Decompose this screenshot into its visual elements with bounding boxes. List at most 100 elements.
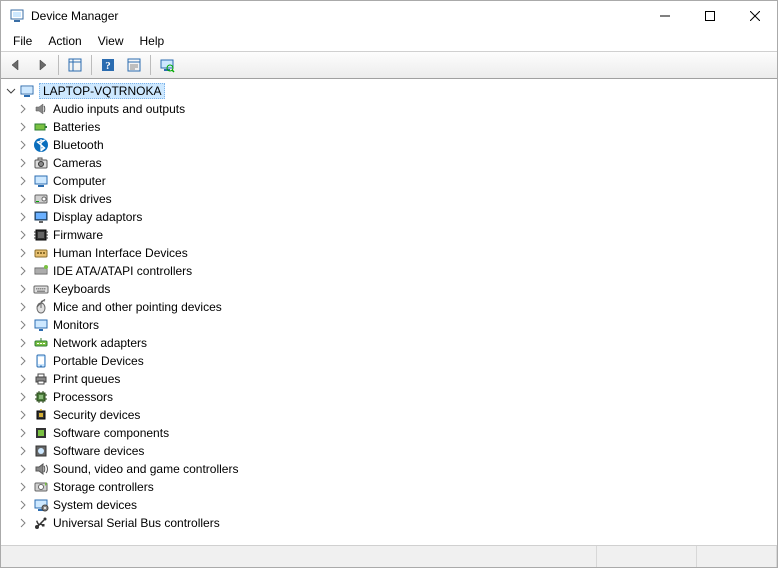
tree-item[interactable]: Portable Devices [1, 352, 777, 370]
tree-item[interactable]: Cameras [1, 154, 777, 172]
show-hide-tree-button[interactable] [63, 54, 87, 76]
tree-item-label: Monitors [53, 318, 99, 332]
display-icon [33, 209, 49, 225]
bluetooth-icon [33, 137, 49, 153]
expander-closed-icon[interactable] [15, 101, 31, 117]
monitor-icon [33, 317, 49, 333]
tree-item[interactable]: Bluetooth [1, 136, 777, 154]
system-icon [33, 497, 49, 513]
expander-closed-icon[interactable] [15, 173, 31, 189]
tree-item[interactable]: Batteries [1, 118, 777, 136]
expander-closed-icon[interactable] [15, 317, 31, 333]
tree-item[interactable]: Universal Serial Bus controllers [1, 514, 777, 532]
minimize-button[interactable] [642, 1, 687, 31]
tree-item[interactable]: Display adaptors [1, 208, 777, 226]
tree-item[interactable]: Disk drives [1, 190, 777, 208]
expander-closed-icon[interactable] [15, 371, 31, 387]
tree-item[interactable]: Processors [1, 388, 777, 406]
expander-closed-icon[interactable] [15, 155, 31, 171]
status-bar [1, 545, 777, 567]
menu-file[interactable]: File [5, 32, 40, 50]
tree-item[interactable]: Software devices [1, 442, 777, 460]
app-icon [9, 8, 25, 24]
expander-closed-icon[interactable] [15, 461, 31, 477]
tree-item[interactable]: Audio inputs and outputs [1, 100, 777, 118]
tree-item-label: Computer [53, 174, 106, 188]
speaker-icon [33, 101, 49, 117]
printer-icon [33, 371, 49, 387]
tree-item-label: Portable Devices [53, 354, 144, 368]
expander-closed-icon[interactable] [15, 245, 31, 261]
usb-icon [33, 515, 49, 531]
close-button[interactable] [732, 1, 777, 31]
computer-icon [33, 173, 49, 189]
tree-item[interactable]: Keyboards [1, 280, 777, 298]
tree-item-label: Security devices [53, 408, 140, 422]
tree-root-row[interactable]: LAPTOP-VQTRNOKA [1, 82, 777, 100]
menu-bar: File Action View Help [1, 31, 777, 51]
expander-closed-icon[interactable] [15, 407, 31, 423]
forward-button[interactable] [30, 54, 54, 76]
status-cell [597, 546, 697, 567]
toolbar-separator [150, 55, 151, 75]
tree-item[interactable]: Print queues [1, 370, 777, 388]
battery-icon [33, 119, 49, 135]
expander-closed-icon[interactable] [15, 281, 31, 297]
expander-closed-icon[interactable] [15, 443, 31, 459]
tree-item-label: Display adaptors [53, 210, 142, 224]
help-button[interactable]: ? [96, 54, 120, 76]
tree-item[interactable]: Sound, video and game controllers [1, 460, 777, 478]
back-button[interactable] [4, 54, 28, 76]
menu-view[interactable]: View [90, 32, 132, 50]
expander-closed-icon[interactable] [15, 479, 31, 495]
menu-action[interactable]: Action [40, 32, 89, 50]
tree-item-label: Print queues [53, 372, 120, 386]
expander-closed-icon[interactable] [15, 191, 31, 207]
toolbar-separator [91, 55, 92, 75]
hid-icon [33, 245, 49, 261]
tree-item[interactable]: Human Interface Devices [1, 244, 777, 262]
properties-button[interactable] [122, 54, 146, 76]
tree-item[interactable]: Security devices [1, 406, 777, 424]
expander-closed-icon[interactable] [15, 227, 31, 243]
device-tree[interactable]: LAPTOP-VQTRNOKA Audio inputs and outputs… [1, 79, 777, 545]
tree-item-label: Firmware [53, 228, 103, 242]
expander-open-icon[interactable] [3, 83, 19, 99]
expander-closed-icon[interactable] [15, 209, 31, 225]
tree-item[interactable]: IDE ATA/ATAPI controllers [1, 262, 777, 280]
expander-closed-icon[interactable] [15, 389, 31, 405]
tree-root-label[interactable]: LAPTOP-VQTRNOKA [39, 83, 165, 99]
expander-closed-icon[interactable] [15, 353, 31, 369]
tree-item-label: Disk drives [53, 192, 112, 206]
tree-item[interactable]: Mice and other pointing devices [1, 298, 777, 316]
expander-closed-icon[interactable] [15, 263, 31, 279]
tree-item-label: Sound, video and game controllers [53, 462, 238, 476]
tree-item[interactable]: Monitors [1, 316, 777, 334]
expander-closed-icon[interactable] [15, 299, 31, 315]
expander-closed-icon[interactable] [15, 425, 31, 441]
network-icon [33, 335, 49, 351]
expander-closed-icon[interactable] [15, 497, 31, 513]
tree-item[interactable]: Firmware [1, 226, 777, 244]
security-icon [33, 407, 49, 423]
expander-closed-icon[interactable] [15, 515, 31, 531]
expander-closed-icon[interactable] [15, 137, 31, 153]
swcomp-icon [33, 425, 49, 441]
maximize-button[interactable] [687, 1, 732, 31]
tree-item-label: Universal Serial Bus controllers [53, 516, 220, 530]
title-bar: Device Manager [1, 1, 777, 31]
expander-closed-icon[interactable] [15, 119, 31, 135]
tree-item-label: Mice and other pointing devices [53, 300, 222, 314]
scan-hardware-button[interactable] [155, 54, 179, 76]
menu-help[interactable]: Help [132, 32, 173, 50]
mouse-icon [33, 299, 49, 315]
tree-item[interactable]: Storage controllers [1, 478, 777, 496]
tree-item[interactable]: Network adapters [1, 334, 777, 352]
tree-item-label: Cameras [53, 156, 102, 170]
tree-item[interactable]: Computer [1, 172, 777, 190]
window-title: Device Manager [31, 9, 118, 23]
tree-item[interactable]: Software components [1, 424, 777, 442]
tree-item-label: Processors [53, 390, 113, 404]
tree-item[interactable]: System devices [1, 496, 777, 514]
expander-closed-icon[interactable] [15, 335, 31, 351]
